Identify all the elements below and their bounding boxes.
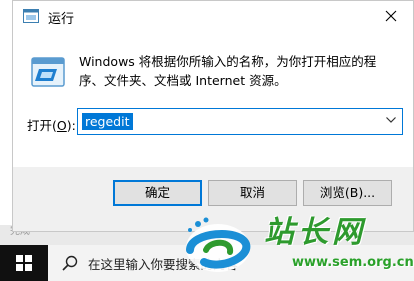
watermark-logo-icon [186, 217, 251, 272]
site-watermark: 站长网 www.sem.org.cn [180, 205, 414, 281]
watermark-url: www.sem.org.cn [292, 255, 414, 270]
open-label: 打开(O): [27, 118, 76, 133]
close-icon [385, 10, 397, 22]
run-program-icon [31, 57, 65, 87]
run-app-icon [23, 9, 39, 23]
browse-button[interactable]: 浏览(B)... [303, 180, 392, 206]
windows-logo-icon [16, 255, 32, 271]
close-button[interactable] [369, 1, 413, 32]
cancel-button[interactable]: 取消 [208, 180, 297, 206]
ok-button[interactable]: 确定 [113, 180, 202, 206]
search-icon [62, 255, 78, 271]
watermark-text: 站长网 [264, 215, 366, 250]
window-title: 运行 [48, 12, 75, 27]
dialog-description: Windows 将根据你所输入的名称，为你打开相应的程序、文件夹、文档或 Int… [79, 54, 377, 88]
open-combobox[interactable]: regedit [77, 108, 403, 135]
title-bar[interactable]: 运行 [13, 1, 413, 32]
chevron-down-icon[interactable] [386, 117, 396, 123]
start-button[interactable] [0, 245, 48, 281]
open-input-value[interactable]: regedit [82, 113, 133, 130]
